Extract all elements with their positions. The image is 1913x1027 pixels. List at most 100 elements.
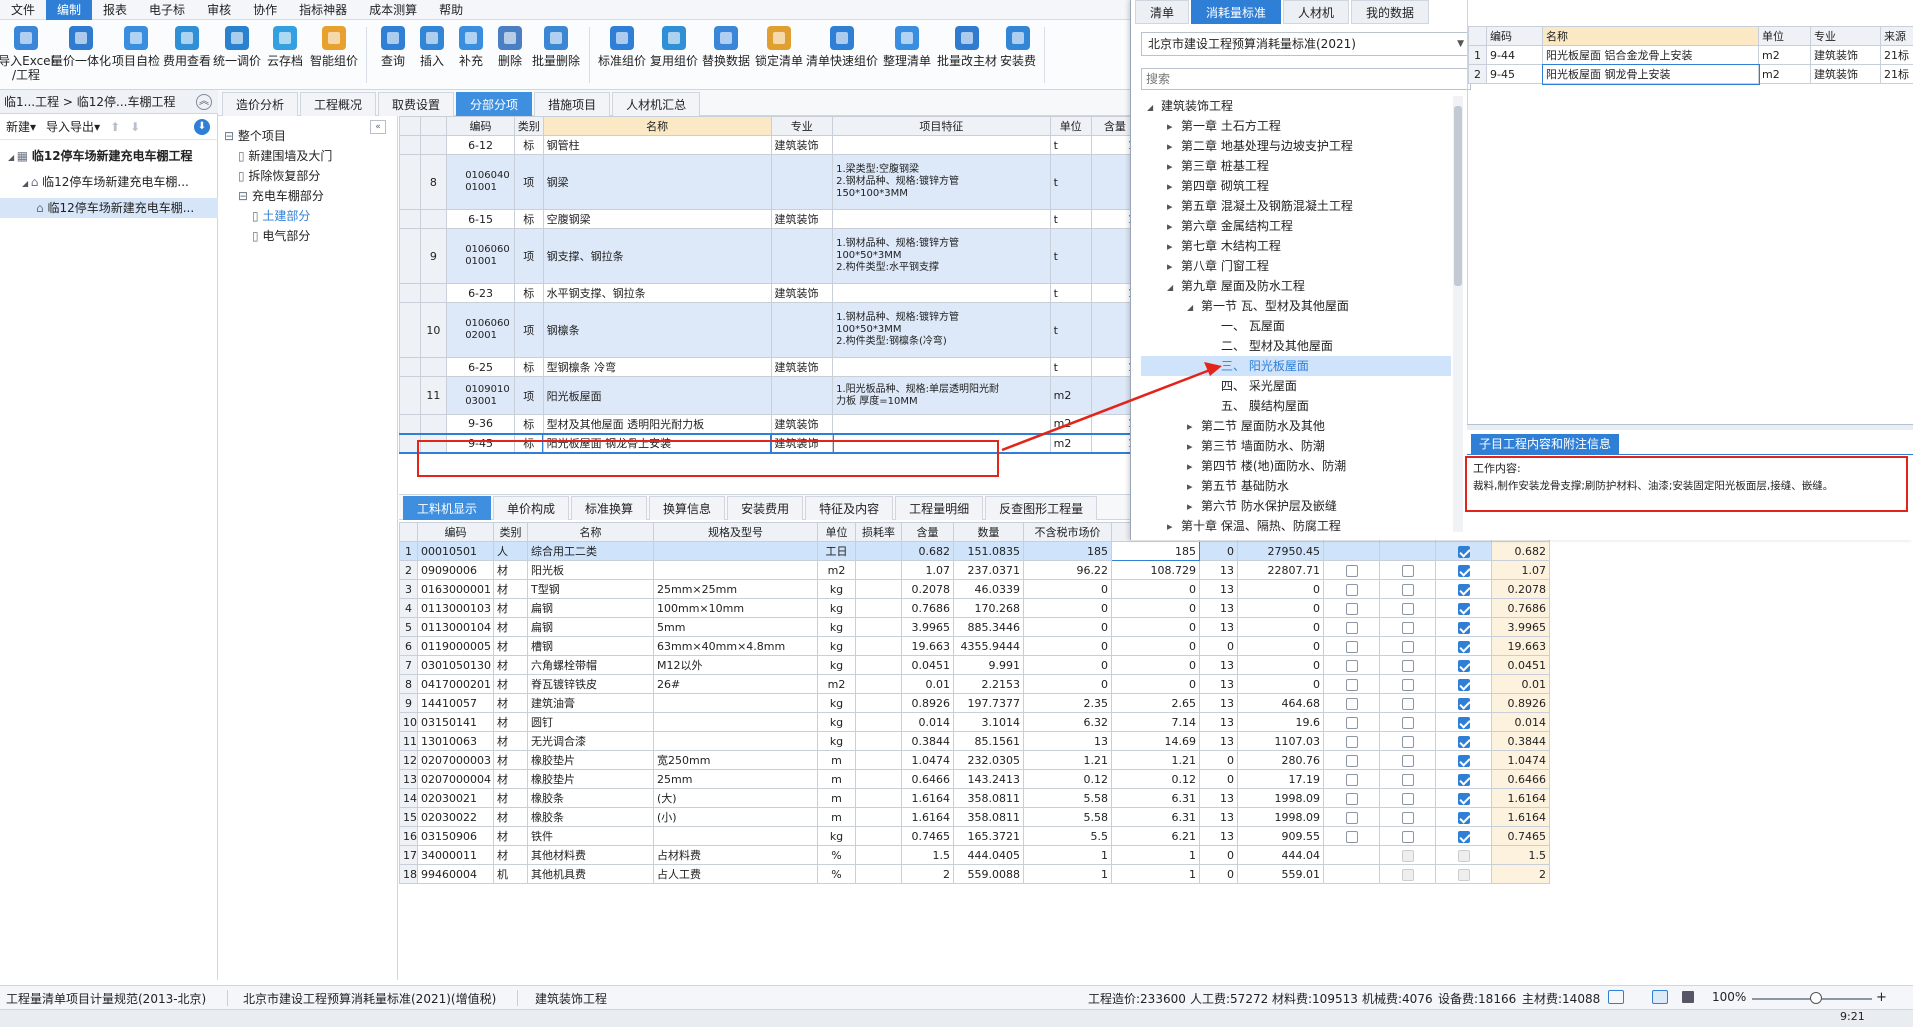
resource-cell[interactable] [1323,655,1380,675]
resource-cell[interactable]: kg [817,617,856,637]
resource-cell[interactable]: 63mm×40mm×4.8mm [653,636,818,656]
checkbox[interactable] [1401,830,1414,843]
collapse-arrow-icon[interactable]: ▸ [1167,217,1181,237]
bill-cell[interactable]: 010901003001 [446,376,515,415]
table-row[interactable]: 13 0207000004 材橡胶垫片 25mm m 0.6466 143.2413 0.12… [399,769,1550,789]
table-row[interactable]: 18 99460004 机其他机具费 占人工费% 2 559.0088 1 1 0 559.01 2 [399,864,1550,884]
library-tree-node[interactable]: ▸ 第二章 地基处理与边坡支护工程 [1141,136,1451,156]
resource-cell[interactable]: 0.2078 [1491,579,1550,599]
main-tab-2[interactable]: 取费设置 [378,92,455,116]
resource-cell[interactable]: 1.0474 [901,750,954,770]
project-tree-node[interactable]: ◢ ⌂ 临12停车场新建充电车棚... [0,172,218,192]
bill-cell[interactable]: 建筑装饰 [770,135,834,155]
resource-cell[interactable] [855,731,902,751]
resource-cell[interactable] [855,617,902,637]
resource-cell[interactable]: 85.1561 [953,731,1024,751]
resource-cell[interactable]: 19.663 [901,636,954,656]
resource-cell[interactable]: 0301050130 [417,655,494,675]
checkbox[interactable] [1401,811,1414,824]
resource-cell[interactable]: 444.04 [1237,845,1324,865]
resource-cell[interactable] [1323,674,1380,694]
lower-tab-3[interactable]: 换算信息 [649,496,726,520]
bill-cell[interactable]: 1 [1090,135,1130,155]
resource-cell[interactable]: 14.69 [1111,731,1200,751]
menu-item-3[interactable]: 电子标 [138,0,196,20]
bill-cell[interactable]: 空腹钢梁 [542,209,772,229]
resource-cell[interactable]: 六角螺栓带帽 [527,655,654,675]
library-tree-node[interactable]: ▸ 第三章 桩基工程 [1141,156,1451,176]
checkbox[interactable] [1345,716,1358,729]
resource-cell[interactable]: 0.682 [901,541,954,561]
bill-cell[interactable] [770,376,834,415]
ribbon-button-18[interactable]: 批量改主材 [936,20,998,90]
resource-cell[interactable]: 1.5 [901,845,954,865]
resource-cell[interactable] [855,579,902,599]
resource-cell[interactable] [1435,731,1492,751]
resource-cell[interactable]: 占材料费 [653,845,818,865]
lower-tab-5[interactable]: 特征及内容 [805,496,894,520]
checkbox[interactable] [1401,868,1414,881]
library-tree-node[interactable]: ▸ 第三节 墙面防水、防潮 [1141,436,1451,456]
table-row[interactable]: 9-45标阳光板屋面 钢龙骨上安装建筑装饰 m21 [399,432,1130,454]
checkbox[interactable] [1345,678,1358,691]
resource-cell[interactable] [1379,541,1436,561]
checkbox[interactable] [1457,640,1470,653]
checkbox[interactable] [1345,697,1358,710]
table-row[interactable]: 6-23标水平钢支撑、钢拉条建筑装饰 t1 [399,283,1130,303]
bill-cell[interactable]: t [1049,154,1092,210]
resource-cell[interactable]: 96.22 [1023,560,1112,580]
bill-cell[interactable]: t [1049,357,1092,377]
quota-cell[interactable]: m2 [1758,64,1811,84]
resource-cell[interactable]: 铁件 [527,826,654,846]
resource-cell[interactable]: 151.0835 [953,541,1024,561]
resource-cell[interactable]: 0 [1199,541,1238,561]
resource-cell[interactable]: 0 [1237,579,1324,599]
table-row[interactable]: 11 010901003001 项阳光板屋面 1.阳光板品种、规格:单层透明阳光耐 力… [399,376,1130,415]
resource-cell[interactable]: 0 [1111,674,1200,694]
bill-cell[interactable]: 建筑装饰 [770,414,834,434]
resource-cell[interactable]: 0.3844 [1491,731,1550,751]
resource-cell[interactable]: % [817,845,856,865]
checkbox[interactable] [1457,754,1470,767]
bill-cell[interactable] [1090,302,1130,358]
bill-cell[interactable]: m2 [1049,376,1092,415]
resource-cell[interactable]: 1.5 [1491,845,1550,865]
resource-cell[interactable]: 03150906 [417,826,494,846]
resource-cell[interactable] [855,769,902,789]
resource-cell[interactable]: 0 [1237,655,1324,675]
resource-cell[interactable]: kg [817,598,856,618]
ribbon-button-5[interactable]: 云存档 [262,20,308,90]
resource-cell[interactable] [855,598,902,618]
table-row[interactable]: 6-15标空腹钢梁建筑装饰 t1 [399,209,1130,229]
ribbon-button-8[interactable]: 插入 [413,20,451,90]
resource-cell[interactable]: 无光调合漆 [527,731,654,751]
checkbox[interactable] [1457,792,1470,805]
resource-cell[interactable] [1379,560,1436,580]
resource-cell[interactable] [1379,807,1436,827]
table-row[interactable]: 16 03150906 材铁件 kg 0.7465 165.3721 5.5 6.21 13 90… [399,826,1550,846]
table-row[interactable]: 14 02030021 材橡胶条 (大) m 1.6164 358.0811 5.58 6.31… [399,788,1550,808]
bill-cell[interactable]: 建筑装饰 [770,432,834,454]
section-tree-node[interactable]: ▯ 拆除恢复部分 [238,166,320,186]
collapse-arrow-icon[interactable]: ▸ [1167,517,1181,532]
resource-cell[interactable]: 280.76 [1237,750,1324,770]
ribbon-button-2[interactable]: 项目自检 [110,20,162,90]
quota-cell[interactable]: 阳光板屋面 铝合金龙骨上安装 [1542,45,1759,65]
pause-icon[interactable] [1682,991,1694,1003]
checkbox[interactable] [1457,678,1470,691]
checkbox[interactable] [1401,754,1414,767]
bill-cell[interactable]: t [1049,283,1092,303]
resource-cell[interactable] [1435,788,1492,808]
resource-cell[interactable]: 材 [493,693,528,713]
bill-cell[interactable]: 1 [1090,283,1130,303]
resource-cell[interactable] [1435,750,1492,770]
resource-cell[interactable]: 6.31 [1111,788,1200,808]
resource-cell[interactable]: 0.0451 [901,655,954,675]
resource-cell[interactable]: 槽钢 [527,636,654,656]
checkbox[interactable] [1401,583,1414,596]
resource-cell[interactable]: 13010063 [417,731,494,751]
resource-cell[interactable]: 材 [493,617,528,637]
ribbon-button-12[interactable]: 标准组价 [596,20,648,90]
resource-cell[interactable]: 232.0305 [953,750,1024,770]
resource-cell[interactable]: 0.7686 [1491,598,1550,618]
